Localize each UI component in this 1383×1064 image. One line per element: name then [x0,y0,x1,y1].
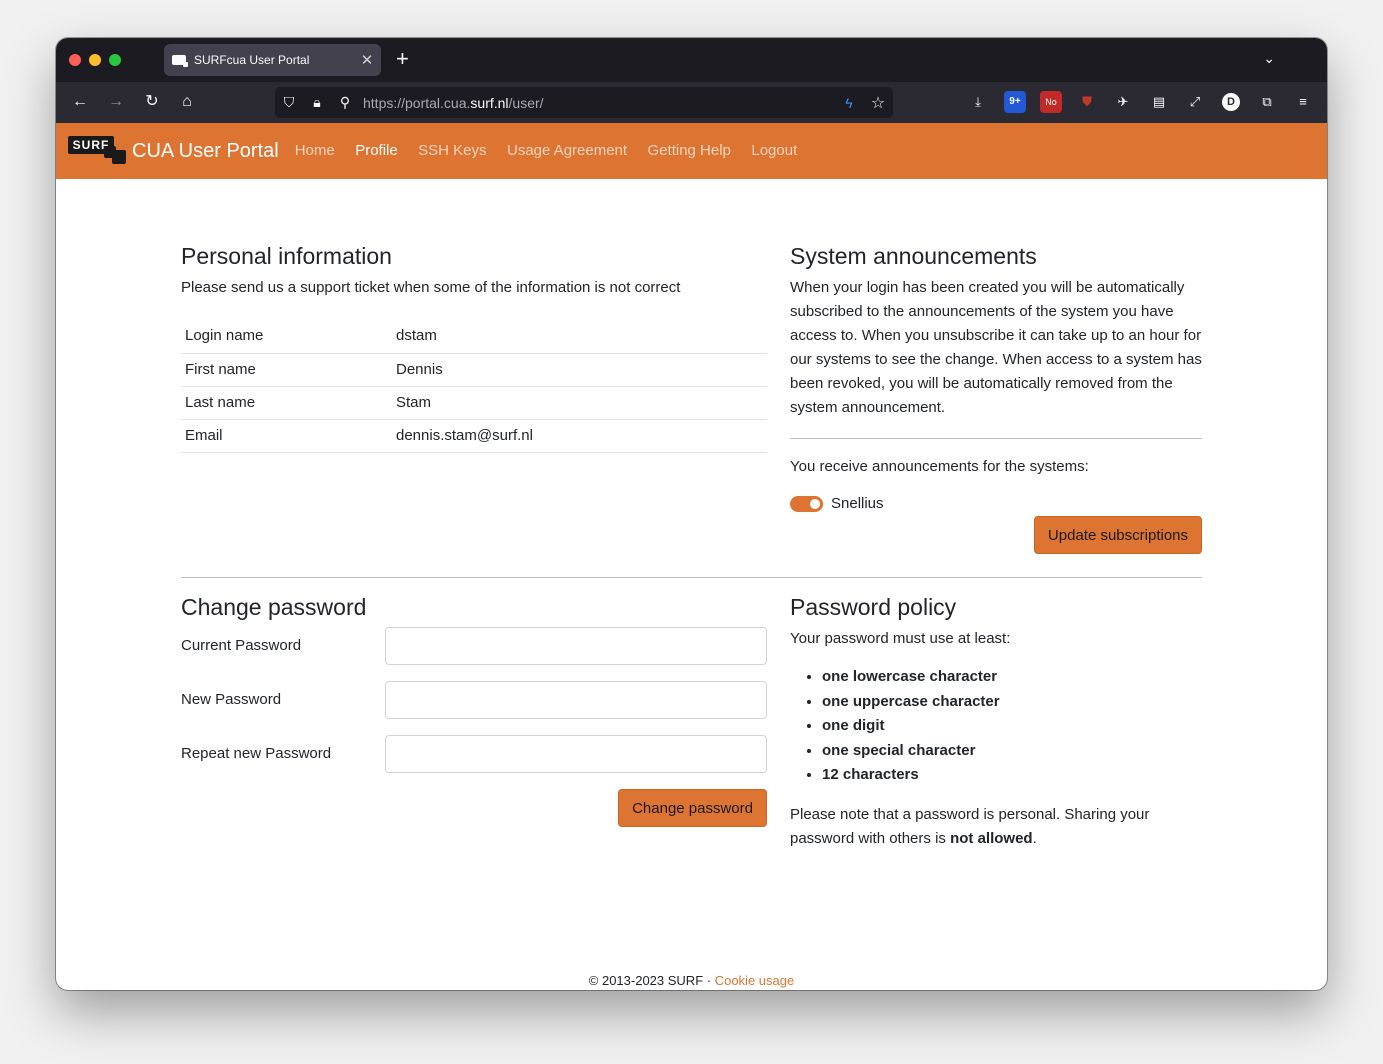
downloads-icon[interactable]: ⤓ [967,91,989,113]
list-item: one special character [822,739,1202,764]
tab-title: SURFcua User Portal [194,53,310,67]
table-row: Email dennis.stam@surf.nl [181,419,767,453]
section-divider [181,577,1202,578]
close-tab-icon[interactable]: ✕ [357,51,377,69]
site-navbar: SURF CUA User Portal Home Profile SSH Ke… [56,123,1327,179]
ublock-icon[interactable]: ⛊ [1076,91,1098,113]
system-announcements-section: System announcements When your login has… [790,243,1202,555]
lightning-icon[interactable]: ϟ [835,95,863,111]
current-password-label: Current Password [181,637,302,654]
table-row: Login name dstam [181,320,767,354]
tracking-shield-icon[interactable]: ⛉ [275,94,303,111]
nav-ssh-keys[interactable]: SSH Keys [418,142,486,159]
close-window-button[interactable] [69,54,81,66]
divider [790,438,1202,439]
reload-icon[interactable]: ↻ [141,91,163,113]
cookie-usage-link[interactable]: Cookie usage [715,973,795,988]
list-item: one uppercase character [822,690,1202,715]
personal-information-section: Personal information Please send us a su… [181,243,767,453]
system-subscription: Snellius [790,495,1202,513]
password-policy-intro: Your password must use at least: [790,630,1011,647]
password-note: Please note that a password is personal.… [790,805,1150,847]
personal-information-title: Personal information [181,243,392,269]
browser-window: SURFcua User Portal ✕ + ⌄ ← → ↻ ⌂ ⛉ 🔒︎ ⚲… [56,38,1327,990]
copyright-text: © 2013-2023 SURF · [588,973,715,988]
fullscreen-icon[interactable]: ⤢ [1184,91,1206,113]
browser-tab[interactable]: SURFcua User Portal ✕ [164,44,381,76]
footer: © 2013-2023 SURF · Cookie usage [56,973,1327,988]
current-password-row: Current Password [181,627,767,665]
nav-profile[interactable]: Profile [355,142,398,159]
snellius-toggle[interactable] [790,496,823,513]
extensions-puzzle-icon[interactable]: ⧉ [1256,91,1278,113]
snellius-label: Snellius [831,495,884,512]
list-all-tabs-chevron-icon[interactable]: ⌄ [1263,50,1275,67]
new-password-label: New Password [181,691,282,708]
change-password-title: Change password [181,594,367,620]
repeat-password-label: Repeat new Password [181,745,332,762]
repeat-password-row: Repeat new Password [181,735,767,773]
back-arrow-icon[interactable]: ← [69,91,91,113]
nav-getting-help[interactable]: Getting Help [648,142,731,159]
personal-information-table: Login name dstam First name Dennis Last na… [181,320,767,453]
new-password-input[interactable] [385,681,767,719]
surf-logo[interactable]: SURF [68,134,128,168]
receive-announcements-text: You receive announcements for the system… [790,458,1089,475]
repeat-password-input[interactable] [385,735,767,773]
nav-logout[interactable]: Logout [751,142,797,159]
zoom-window-button[interactable] [109,54,121,66]
nav-usage-agreement[interactable]: Usage Agreement [507,142,627,159]
url-text[interactable]: https://portal.cua.surf.nl/user/ [363,95,835,111]
password-policy-title: Password policy [790,594,957,620]
new-password-row: New Password [181,681,767,719]
main-menu: Home Profile SSH Keys Usage Agreement Ge… [295,142,814,160]
table-row: Last name Stam [181,386,767,420]
reader-view-icon[interactable]: ▤ [1148,91,1170,113]
bookmark-star-icon[interactable]: ☆ [863,93,893,113]
table-row: First name Dennis [181,353,767,387]
nav-home[interactable]: Home [295,142,335,159]
list-item: one digit [822,714,1202,739]
list-item: one lowercase character [822,665,1202,690]
browser-toolbar: ← → ↻ ⌂ ⛉ 🔒︎ ⚲ https://portal.cua.surf.n… [56,82,1327,123]
personal-information-subtitle: Please send us a support ticket when som… [181,279,681,296]
forward-arrow-icon[interactable]: → [105,91,127,113]
update-subscriptions-button[interactable]: Update subscriptions [1033,516,1202,555]
home-icon[interactable]: ⌂ [176,91,198,113]
lock-icon[interactable]: 🔒︎ [303,94,331,111]
new-tab-button[interactable]: + [396,48,409,70]
surf-favicon-icon [172,55,188,67]
permissions-icon[interactable]: ⚲ [331,94,359,111]
change-password-section: Change password Current Password New Pas… [181,594,767,827]
list-item: 12 characters [822,763,1202,788]
address-bar[interactable]: ⛉ 🔒︎ ⚲ https://portal.cua.surf.nl/user/ … [275,87,893,118]
brand-title[interactable]: CUA User Portal [132,140,279,163]
password-policy-list: one lowercase character one uppercase ch… [790,665,1202,788]
system-announcements-title: System announcements [790,243,1037,269]
tab-bar: SURFcua User Portal ✕ + ⌄ [56,38,1327,82]
account-avatar-icon[interactable]: D [1222,93,1240,111]
password-policy-section: Password policy Your password must use a… [790,594,1202,851]
app-menu-icon[interactable]: ≡ [1292,91,1314,113]
extension-no-icon[interactable]: No [1040,91,1062,113]
change-password-button[interactable]: Change password [618,789,767,827]
extension-badge-icon[interactable]: 9+ [1004,91,1026,113]
extension-bird-icon[interactable]: ✈ [1112,91,1134,113]
minimize-window-button[interactable] [89,54,101,66]
page-content: Personal information Please send us a su… [56,179,1327,990]
system-announcements-text: When your login has been created you wil… [790,279,1202,416]
current-password-input[interactable] [385,627,767,665]
